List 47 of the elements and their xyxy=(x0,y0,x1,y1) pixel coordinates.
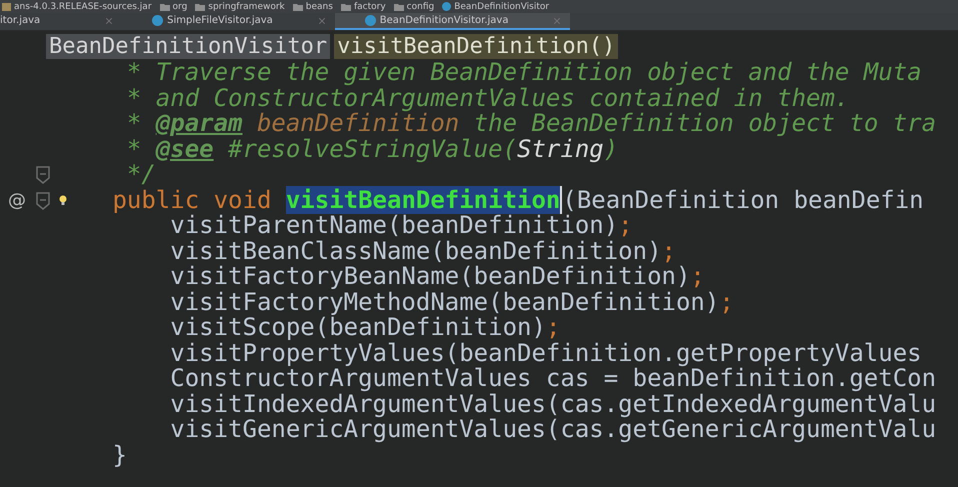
code-line: * Traverse the given BeanDefinition object and the Muta xyxy=(126,60,922,86)
fold-icon[interactable] xyxy=(36,166,50,184)
code-line: visitFactoryMethodName(beanDefinition); xyxy=(169,290,734,315)
breadcrumb-label[interactable]: BeanDefinitionVisitor xyxy=(454,2,550,12)
breadcrumb-label[interactable]: beans xyxy=(306,2,333,12)
class-icon xyxy=(364,15,376,26)
folder-icon xyxy=(292,2,303,10)
close-icon[interactable] xyxy=(104,16,114,26)
close-icon[interactable] xyxy=(316,16,327,26)
code-line: * and ConstructorArgumentValues contained in them. xyxy=(126,86,850,111)
close-icon[interactable] xyxy=(552,16,562,26)
code-line: } xyxy=(111,442,127,468)
archive-icon xyxy=(2,2,11,11)
tab-label: BeanDefinitionVisitor.java xyxy=(380,15,508,26)
code-line: visitFactoryBeanName(beanDefinition); xyxy=(169,264,705,290)
code-line: visitBeanClassName(beanDefinition); xyxy=(169,238,676,264)
override-marker[interactable]: @ xyxy=(8,190,26,210)
code-line: visitParentName(beanDefinition); xyxy=(170,213,633,238)
lightbulb-icon[interactable] xyxy=(58,194,68,206)
class-icon xyxy=(152,15,164,26)
code-line: visitIndexedArgumentValues(cas.getIndexedArgumentValu xyxy=(169,392,936,417)
breadcrumb-label[interactable]: config xyxy=(406,2,434,12)
code-line: visitGenericArgumentValues(cas.getGenericArgumentValu xyxy=(169,417,936,442)
breadcrumb-label[interactable]: org xyxy=(172,2,188,12)
code-line: * @see #resolveStringValue(String) xyxy=(126,136,618,162)
code-line: */ xyxy=(126,162,156,188)
code-line: public void visitBeanDefinition(BeanDefinition beanDefin xyxy=(111,188,924,213)
folder-icon xyxy=(160,2,170,10)
editor-tab[interactable]: BeanDefinitionVisitor.java xyxy=(334,13,570,30)
folder-icon xyxy=(195,2,206,10)
code-line: ConstructorArgumentValues cas = beanDefinition.getCon xyxy=(169,366,936,392)
folder-icon xyxy=(394,2,404,10)
code-line: * @param beanDefinition the BeanDefinition object to tra xyxy=(126,111,936,136)
editor-tab[interactable]: itor.java xyxy=(0,13,122,30)
fold-icon[interactable] xyxy=(36,192,50,210)
breadcrumb-label[interactable]: springframework xyxy=(208,2,285,12)
breadcrumb-class[interactable]: BeanDefinitionVisitor xyxy=(46,34,330,59)
tab-label: SimpleFileVisitor.java xyxy=(167,15,273,26)
code-line: visitPropertyValues(beanDefinition.getPropertyValues xyxy=(169,340,922,366)
code-line: visitScope(beanDefinition); xyxy=(169,315,560,340)
editor-tab[interactable]: SimpleFileVisitor.java xyxy=(122,13,335,30)
tab-label: itor.java xyxy=(0,15,40,26)
class-icon xyxy=(442,2,452,11)
breadcrumb-label[interactable]: ans-4.0.3.RELEASE-sources.jar xyxy=(14,2,152,12)
folder-icon xyxy=(340,2,351,10)
breadcrumb-label[interactable]: factory xyxy=(354,2,386,12)
breadcrumb-method[interactable]: visitBeanDefinition() xyxy=(334,34,618,59)
